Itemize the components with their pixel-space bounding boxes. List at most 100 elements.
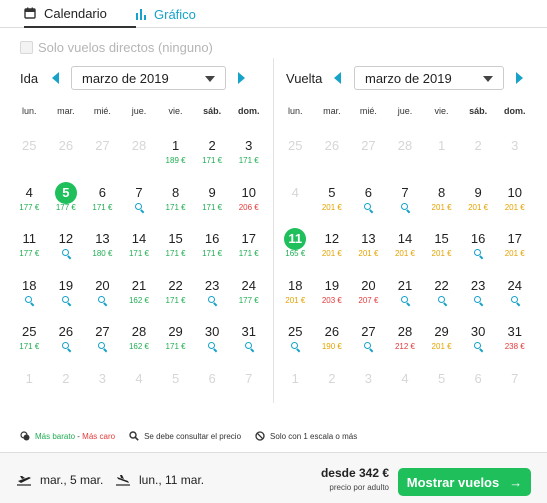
calendar-day[interactable]: 16 — [460, 230, 497, 277]
legend: Más barato - Más caro Se debe consultar … — [20, 431, 371, 441]
calendar-day[interactable]: 19 — [48, 277, 85, 324]
day-number: 5 — [171, 370, 180, 386]
calendar-day[interactable]: 6 171 € — [84, 184, 121, 231]
calendar-day[interactable]: 4 177 € — [11, 184, 48, 231]
calendar-day[interactable]: 20 207 € — [350, 277, 387, 324]
calendar-day[interactable]: 11 177 € — [11, 230, 48, 277]
prohibited-icon — [255, 431, 265, 441]
chevron-left-icon[interactable] — [52, 72, 59, 84]
day-number: 27 — [361, 138, 376, 153]
calendar-day[interactable]: 2 171 € — [194, 137, 231, 184]
calendar-day[interactable]: 7 — [121, 184, 158, 231]
outbound-month-select[interactable]: marzo de 2019 — [71, 66, 226, 90]
calendar-day[interactable]: 22 171 € — [157, 277, 194, 324]
calendar-day: 1 — [277, 370, 314, 417]
day-price: 201 € — [321, 249, 342, 258]
calendar-day[interactable]: 13 201 € — [350, 230, 387, 277]
tab-graph[interactable]: Gráfico — [136, 0, 236, 28]
calendar-day[interactable]: 10 206 € — [230, 184, 267, 231]
tab-graph-label: Gráfico — [154, 6, 196, 22]
return-prev-month[interactable] — [334, 66, 341, 90]
calendar-day[interactable]: 16 171 € — [194, 230, 231, 277]
calendar-day[interactable]: 14 171 € — [121, 230, 158, 277]
show-flights-button[interactable]: Mostrar vuelos → — [398, 468, 531, 496]
chevron-right-icon[interactable] — [516, 72, 523, 84]
calendar-day[interactable]: 17 201 € — [496, 230, 533, 277]
calendar-day[interactable]: 5 201 € — [314, 184, 351, 231]
calendar-day[interactable]: 18 — [11, 277, 48, 324]
calendar-day[interactable]: 15 201 € — [423, 230, 460, 277]
calendar-day[interactable]: 13 180 € — [84, 230, 121, 277]
calendar-day[interactable]: 19 203 € — [314, 277, 351, 324]
chevron-left-icon[interactable] — [334, 72, 341, 84]
calendar-day[interactable]: 25 — [277, 323, 314, 370]
calendar-day[interactable]: 27 — [84, 323, 121, 370]
calendar-day[interactable]: 8 201 € — [423, 184, 460, 231]
outbound-prev-month[interactable] — [52, 66, 59, 90]
calendar-day[interactable]: 31 — [230, 323, 267, 370]
return-month-select[interactable]: marzo de 2019 — [354, 66, 504, 90]
calendar-day[interactable]: 26 190 € — [314, 323, 351, 370]
calendar-day[interactable]: 1 189 € — [157, 137, 194, 184]
day-price-empty — [496, 155, 533, 167]
calendar-day[interactable]: 6 — [350, 184, 387, 231]
calendar-day[interactable]: 31 238 € — [496, 323, 533, 370]
day-price: 177 € — [238, 295, 259, 305]
calendar-day[interactable]: 22 — [423, 277, 460, 324]
calendar-day[interactable]: 17 171 € — [230, 230, 267, 277]
calendar-day[interactable]: 29 201 € — [423, 323, 460, 370]
day-price-empty — [48, 155, 85, 167]
calendar-day[interactable]: 23 — [460, 277, 497, 324]
calendar-day[interactable]: 8 171 € — [157, 184, 194, 231]
day-number: 7 — [135, 184, 143, 200]
calendar-day[interactable]: 18 201 € — [277, 277, 314, 324]
calendar-day[interactable]: 28 212 € — [387, 323, 424, 370]
calendar-day[interactable]: 25 171 € — [11, 323, 48, 370]
outbound-next-month[interactable] — [238, 66, 245, 90]
calendar-day[interactable]: 20 — [84, 277, 121, 324]
direct-flights-checkbox[interactable] — [20, 41, 33, 54]
search-icon — [207, 295, 217, 305]
calendar-day[interactable]: 28 162 € — [121, 323, 158, 370]
calendar-day: 26 — [314, 137, 351, 184]
day-price-empty — [277, 155, 314, 167]
calendar-day[interactable]: 26 — [48, 323, 85, 370]
chevron-right-icon[interactable] — [238, 72, 245, 84]
day-price: 238 € — [504, 342, 525, 351]
day-number: 1 — [291, 370, 299, 386]
calendar-day[interactable]: 30 — [460, 323, 497, 370]
day-number: 20 — [361, 277, 376, 293]
calendar-day-selected[interactable]: 11 165 € — [277, 228, 314, 277]
calendar-day[interactable]: 15 171 € — [157, 230, 194, 277]
calendar-day-selected[interactable]: 5 177 € — [48, 181, 85, 231]
day-price: 180 € — [92, 249, 113, 258]
calendar-day[interactable]: 9 201 € — [460, 184, 497, 231]
calendar-day[interactable]: 12 — [48, 230, 85, 277]
day-number: 8 — [171, 184, 180, 200]
calendar-day[interactable]: 23 — [194, 277, 231, 324]
calendar-day[interactable]: 3 171 € — [230, 137, 267, 184]
calendar-day[interactable]: 10 201 € — [496, 184, 533, 231]
tab-calendar[interactable]: Calendario — [24, 0, 136, 28]
calendar-day[interactable]: 9 171 € — [194, 184, 231, 231]
direct-flights-option[interactable]: Solo vuelos directos (ninguno) — [20, 40, 213, 55]
day-number: 25 — [288, 138, 303, 153]
calendar-day[interactable]: 30 — [194, 323, 231, 370]
day-number: 31 — [241, 324, 256, 339]
day-number: 10 — [507, 184, 522, 200]
calendar-day[interactable]: 24 — [496, 277, 533, 324]
calendar-day[interactable]: 7 — [387, 184, 424, 231]
calendar-day[interactable]: 21 — [387, 277, 424, 324]
day-price-empty — [350, 388, 387, 400]
calendar-day[interactable]: 29 171 € — [157, 323, 194, 370]
calendar-divider — [273, 58, 274, 403]
return-next-month[interactable] — [516, 66, 523, 90]
outbound-days-grid: 25 26 27 28 1 189 €2 171 €3 171 €4 177 €5 177 €6 1… — [11, 137, 267, 416]
calendar-day[interactable]: 14 201 € — [387, 230, 424, 277]
calendar-day[interactable]: 24 177 € — [230, 277, 267, 324]
calendar-day[interactable]: 27 — [350, 323, 387, 370]
day-number: 4 — [25, 184, 33, 200]
calendar-day[interactable]: 12 201 € — [314, 230, 351, 277]
calendar-day[interactable]: 21 162 € — [121, 277, 158, 324]
day-price-consult — [350, 341, 387, 353]
